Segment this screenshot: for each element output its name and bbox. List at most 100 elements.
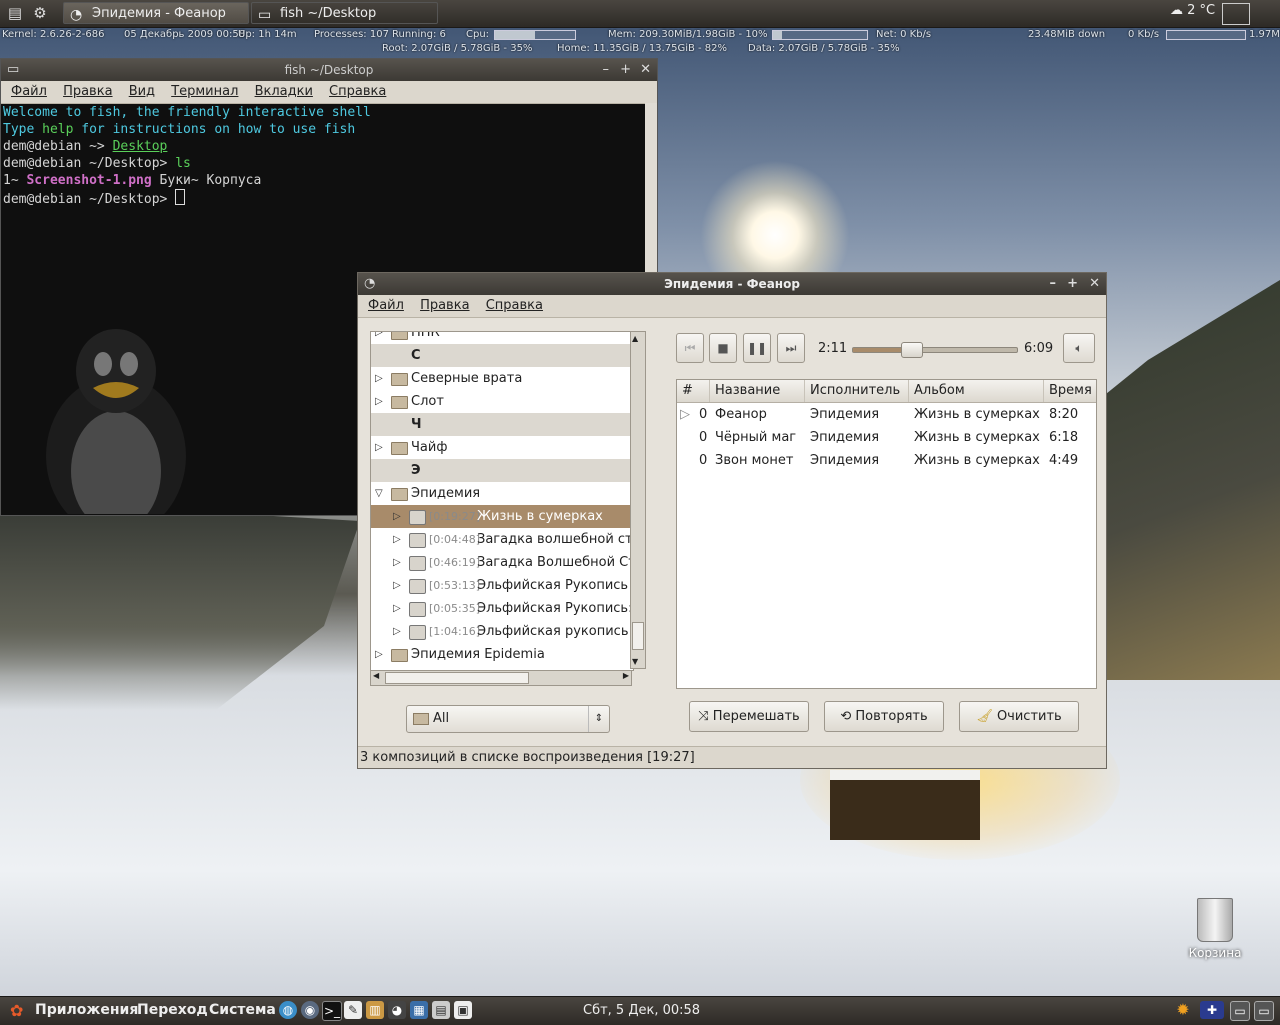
tree-item[interactable]: ▷ Эпидемия Epidemia [371,643,633,666]
scroll-right-icon[interactable]: ▶ [623,671,629,680]
tree-letter-header: Э [371,459,633,482]
seek-slider[interactable] [852,342,1018,358]
calculator-launcher-icon[interactable]: ▤ [432,1001,450,1019]
track-num: 0 [699,430,708,445]
show-desktop-icon[interactable]: ▤ [5,3,25,23]
col-num[interactable]: # [677,380,693,402]
scroll-left-icon[interactable]: ◀ [373,671,379,680]
col-album[interactable]: Альбом [908,380,965,402]
library-vscrollbar[interactable]: ▲ ▼ [630,331,646,669]
volume-button[interactable]: 🔈︎ [1063,333,1095,363]
seek-knob[interactable] [901,342,924,358]
maximize-icon[interactable]: + [620,59,631,81]
expander-icon[interactable]: ▷ [375,367,383,390]
menu-help[interactable]: Справка [486,298,543,313]
tree-item[interactable]: ▷ [0:53:13] Эльфийская Рукопись [371,574,633,597]
playlist-row[interactable]: ▷ 0 Феанор Эпидемия Жизнь в сумерках 8:20 [677,403,1096,426]
menu-system[interactable]: Система [209,1002,276,1018]
menu-tabs[interactable]: Вкладки [255,84,313,99]
tree-item[interactable]: ▷ [0:05:35] Эльфийская Рукопись: С [371,597,633,620]
scroll-thumb[interactable] [632,622,644,650]
menu-help[interactable]: Справка [329,84,386,99]
expander-icon[interactable]: ▷ [375,332,383,344]
tree-item[interactable]: ▷ [0:46:19]Загадка Волшебной Стра [371,551,633,574]
expander-icon[interactable]: ▷ [393,505,401,528]
update-notifier-icon[interactable]: ✹ [1174,1001,1192,1019]
tree-item[interactable]: ▷ Слот [371,390,633,413]
terminal-titlebar[interactable]: ▭ fish ~/Desktop – + ✕ [1,59,657,81]
email-launcher-icon[interactable]: ◉ [301,1001,319,1019]
tree-item[interactable]: ▷ [0:04:48] Загадка волшебной стра [371,528,633,551]
tree-item[interactable]: ▷ [1:04:16] Эльфийская рукопись: С [371,620,633,643]
menu-applications[interactable]: Приложения [35,1002,138,1018]
menu-places[interactable]: Переход [137,1002,208,1018]
close-icon[interactable]: ✕ [640,59,651,81]
repeat-button[interactable]: ⟲ Повторять [824,701,944,732]
library-tree[interactable]: ▷ ППК С ▷ Северные врата ▷ Слот Ч ▷ Чайф Э ▽ Эпидеми… [370,331,634,671]
player-window-icon[interactable]: ◔ [364,273,375,295]
browser-launcher-icon[interactable]: ◍ [279,1001,297,1019]
task-terminal[interactable]: ▭ fish ~/Desktop [251,2,438,24]
expander-icon[interactable]: ▷ [375,390,383,413]
stop-icon: ■ [717,341,729,355]
system-monitor-launcher-icon[interactable]: ▥ [366,1001,384,1019]
col-artist[interactable]: Исполнитель [804,380,900,402]
menu-edit[interactable]: Правка [420,298,469,313]
expander-icon[interactable]: ▷ [393,620,401,643]
window-menu-icon[interactable]: ▭ [7,59,19,81]
scroll-up-icon[interactable]: ▲ [632,334,638,343]
tree-item[interactable]: ▽ Эпидемия [371,482,633,505]
clear-button[interactable]: 🧹︎ Очистить [959,701,1079,732]
filter-combo[interactable]: All ⇕ [406,705,610,733]
keyboard-layout-flag-icon[interactable]: ✚ [1200,1001,1224,1019]
playlist-row[interactable]: 0 Звон монет Эпидемия Жизнь в сумерках 4:49 [677,449,1096,472]
workspace-switcher[interactable] [1222,3,1250,25]
player-titlebar[interactable]: ◔ Эпидемия - Феанор – + ✕ [358,273,1106,295]
menu-view[interactable]: Вид [129,84,155,99]
pause-button[interactable]: ❚❚ [743,333,771,363]
expander-icon[interactable]: ▷ [375,436,383,459]
playlist[interactable]: # Название Исполнитель Альбом Время ▷ 0 Фе… [676,379,1097,689]
close-icon[interactable]: ✕ [1089,273,1100,295]
task-player[interactable]: ◔ Эпидемия - Феанор [63,2,249,24]
menu-edit[interactable]: Правка [63,84,112,99]
tree-item[interactable]: ▷ ППК [371,332,633,344]
next-button[interactable]: ⏭ [777,333,805,363]
playlist-row[interactable]: 0 Чёрный маг Эпидемия Жизнь в сумерках 6:18 [677,426,1096,449]
col-time[interactable]: Время [1043,380,1092,402]
trash-desktop-item[interactable]: Корзина [1180,898,1250,960]
menu-file[interactable]: Файл [11,84,47,99]
minimize-icon[interactable]: – [1050,273,1057,295]
menu-terminal[interactable]: Терминал [171,84,238,99]
text-editor-launcher-icon[interactable]: ✎ [344,1001,362,1019]
maximize-icon[interactable]: + [1067,273,1078,295]
menu-file[interactable]: Файл [368,298,404,313]
hscroll-thumb[interactable] [385,672,529,684]
weather-applet[interactable]: ☁ 2 °C [1170,3,1215,18]
file-manager-launcher-icon[interactable]: ▦ [410,1001,428,1019]
network-status-icon[interactable]: ▭ [1230,1001,1250,1021]
panel-clock[interactable]: Сбт, 5 Дек, 00:58 [583,1003,700,1018]
show-desktop-button-icon[interactable]: ▭ [1254,1001,1274,1021]
expander-icon[interactable]: ▷ [393,551,401,574]
notes-launcher-icon[interactable]: ▣ [454,1001,472,1019]
stop-button[interactable]: ■ [709,333,737,363]
now-playing-icon: ▷ [680,407,690,422]
shuffle-button[interactable]: ⤨ Перемешать [689,701,809,732]
prev-button[interactable]: ⏮ [676,333,704,363]
tree-item[interactable]: ▷ Чайф [371,436,633,459]
minimize-icon[interactable]: – [603,59,610,81]
expander-icon[interactable]: ▷ [375,643,383,666]
tree-item[interactable]: ▷ [0:19:27] Жизнь в сумерках [371,505,633,528]
player-launcher-icon[interactable]: ◕ [388,1001,406,1019]
expander-icon[interactable]: ▷ [393,574,401,597]
scroll-down-icon[interactable]: ▼ [632,657,638,666]
expander-icon[interactable]: ▽ [375,482,383,505]
expander-icon[interactable]: ▷ [393,528,401,551]
expander-icon[interactable]: ▷ [393,597,401,620]
terminal-launcher-icon[interactable]: >_ [322,1001,342,1021]
network-icon[interactable]: ⚙ [30,3,50,23]
library-hscrollbar[interactable]: ◀ ▶ [370,670,632,686]
tree-item[interactable]: ▷ Северные врата [371,367,633,390]
col-title[interactable]: Название [709,380,780,402]
